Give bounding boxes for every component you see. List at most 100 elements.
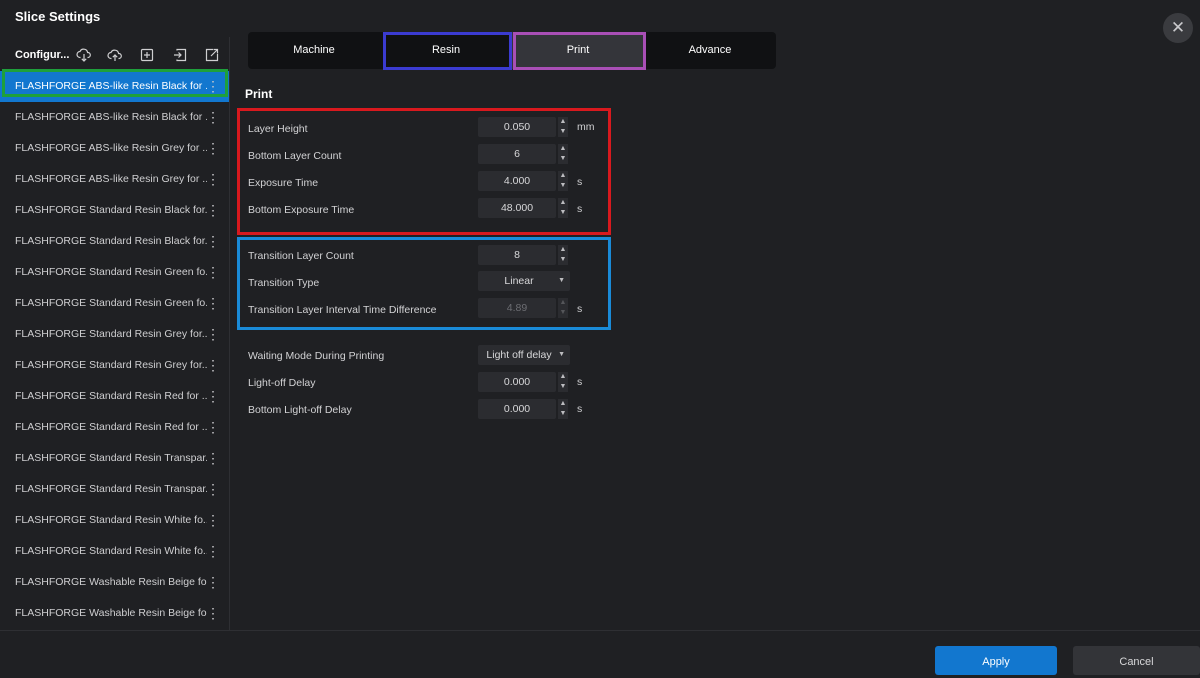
more-options-icon[interactable]: ⋮ [206, 450, 220, 466]
stepper-down-icon[interactable]: ▼ [558, 127, 568, 137]
layer-height-label: Layer Height [248, 123, 308, 135]
config-list-item[interactable]: FLASHFORGE Standard Resin Green fo... ⋮ [0, 288, 229, 319]
stepper-up-icon[interactable]: ▲ [558, 198, 568, 208]
config-list: FLASHFORGE ABS-like Resin Black for ... ⋮… [0, 71, 229, 629]
bottom-layer-count-input[interactable]: 6 [478, 144, 556, 164]
configuration-title: Configur... [15, 49, 70, 61]
tab-print[interactable]: Print [512, 32, 644, 69]
tab-machine[interactable]: Machine [248, 32, 380, 69]
more-options-icon[interactable]: ⋮ [206, 605, 220, 621]
layer-height-input[interactable]: 0.050 [478, 117, 556, 137]
window-title: Slice Settings [15, 9, 101, 24]
light-off-delay-stepper[interactable]: ▲ ▼ [558, 372, 568, 392]
exposure-time-stepper[interactable]: ▲ ▼ [558, 171, 568, 191]
bottom-layer-count-stepper[interactable]: ▲ ▼ [558, 144, 568, 164]
stepper-up-icon[interactable]: ▲ [558, 117, 568, 127]
upload-cloud-icon[interactable] [107, 47, 123, 63]
export-config-icon[interactable] [204, 47, 220, 63]
stepper-up-icon[interactable]: ▲ [558, 245, 568, 255]
stepper-up-icon[interactable]: ▲ [558, 399, 568, 409]
config-list-item[interactable]: FLASHFORGE Washable Resin Beige fo... ⋮ [0, 567, 229, 598]
stepper-up-icon[interactable]: ▲ [558, 171, 568, 181]
config-list-item[interactable]: FLASHFORGE Washable Resin Beige fo... ⋮ [0, 598, 229, 629]
tab-resin[interactable]: Resin [380, 32, 512, 69]
config-list-item[interactable]: FLASHFORGE Standard Resin Transpar... ⋮ [0, 443, 229, 474]
more-options-icon[interactable]: ⋮ [206, 140, 220, 156]
transition-type-label: Transition Type [248, 277, 320, 289]
more-options-icon[interactable]: ⋮ [206, 233, 220, 249]
stepper-down-icon[interactable]: ▼ [558, 255, 568, 265]
config-list-item[interactable]: FLASHFORGE Standard Resin White fo... ⋮ [0, 536, 229, 567]
chevron-down-icon: ▼ [558, 351, 565, 358]
stepper-down-icon[interactable]: ▼ [558, 208, 568, 218]
transition-layer-count-input[interactable]: 8 [478, 245, 556, 265]
more-options-icon[interactable]: ⋮ [206, 419, 220, 435]
more-options-icon[interactable]: ⋮ [206, 388, 220, 404]
config-list-item[interactable]: FLASHFORGE Standard Resin Red for ... ⋮ [0, 412, 229, 443]
config-item-label: FLASHFORGE Standard Resin Grey for... [15, 359, 207, 371]
config-list-item[interactable]: FLASHFORGE Standard Resin Red for ... ⋮ [0, 381, 229, 412]
config-list-item[interactable]: FLASHFORGE Standard Resin Black for... ⋮ [0, 226, 229, 257]
more-options-icon[interactable]: ⋮ [206, 295, 220, 311]
cancel-button[interactable]: Cancel [1073, 646, 1200, 675]
config-list-item[interactable]: FLASHFORGE ABS-like Resin Grey for ... ⋮ [0, 164, 229, 195]
exposure-time-input[interactable]: 4.000 [478, 171, 556, 191]
bottom-light-off-delay-stepper[interactable]: ▲ ▼ [558, 399, 568, 419]
stepper-down-icon[interactable]: ▼ [558, 181, 568, 191]
more-options-icon[interactable]: ⋮ [206, 512, 220, 528]
more-options-icon[interactable]: ⋮ [206, 78, 220, 94]
stepper-up-icon: ▲ [558, 298, 568, 308]
stepper-up-icon[interactable]: ▲ [558, 144, 568, 154]
config-item-label: FLASHFORGE Standard Resin Transpar... [15, 483, 207, 495]
config-item-label: FLASHFORGE Standard Resin Green fo... [15, 266, 207, 278]
more-options-icon[interactable]: ⋮ [206, 481, 220, 497]
transition-layer-count-stepper[interactable]: ▲ ▼ [558, 245, 568, 265]
config-list-item[interactable]: FLASHFORGE Standard Resin Grey for... ⋮ [0, 350, 229, 381]
config-item-label: FLASHFORGE Standard Resin White fo... [15, 514, 207, 526]
config-item-label: FLASHFORGE Standard Resin Grey for... [15, 328, 207, 340]
config-list-item[interactable]: FLASHFORGE ABS-like Resin Black for ... ⋮ [0, 102, 229, 133]
waiting-mode-label: Waiting Mode During Printing [248, 350, 385, 362]
bottom-exposure-time-input[interactable]: 48.000 [478, 198, 556, 218]
waiting-mode-value: Light off delay [486, 349, 552, 361]
layer-height-stepper[interactable]: ▲ ▼ [558, 117, 568, 137]
more-options-icon[interactable]: ⋮ [206, 171, 220, 187]
add-config-icon[interactable] [139, 47, 155, 63]
stepper-down-icon[interactable]: ▼ [558, 154, 568, 164]
waiting-mode-select[interactable]: Light off delay ▼ [478, 345, 570, 365]
stepper-up-icon[interactable]: ▲ [558, 372, 568, 382]
transition-interval-label: Transition Layer Interval Time Differenc… [248, 304, 437, 316]
bottom-layer-count-label: Bottom Layer Count [248, 150, 342, 162]
config-list-item[interactable]: FLASHFORGE Standard Resin White fo... ⋮ [0, 505, 229, 536]
transition-layer-count-label: Transition Layer Count [248, 250, 354, 262]
transition-type-select[interactable]: Linear ▼ [478, 271, 570, 291]
config-item-label: FLASHFORGE Standard Resin Red for ... [15, 390, 207, 402]
config-list-item[interactable]: FLASHFORGE Standard Resin Grey for... ⋮ [0, 319, 229, 350]
more-options-icon[interactable]: ⋮ [206, 264, 220, 280]
import-config-icon[interactable] [172, 47, 188, 63]
close-icon[interactable]: ✕ [1163, 13, 1193, 43]
tab-advance[interactable]: Advance [644, 32, 776, 69]
more-options-icon[interactable]: ⋮ [206, 574, 220, 590]
config-list-item[interactable]: FLASHFORGE Standard Resin Green fo... ⋮ [0, 257, 229, 288]
bottom-exposure-time-label: Bottom Exposure Time [248, 204, 355, 216]
more-options-icon[interactable]: ⋮ [206, 109, 220, 125]
bottom-exposure-time-stepper[interactable]: ▲ ▼ [558, 198, 568, 218]
config-item-label: FLASHFORGE Standard Resin Red for ... [15, 421, 207, 433]
sidebar-header: Configur... [0, 37, 229, 73]
more-options-icon[interactable]: ⋮ [206, 202, 220, 218]
bottom-light-off-delay-input[interactable]: 0.000 [478, 399, 556, 419]
apply-button[interactable]: Apply [935, 646, 1057, 675]
footer-divider [0, 630, 1200, 631]
light-off-delay-input[interactable]: 0.000 [478, 372, 556, 392]
more-options-icon[interactable]: ⋮ [206, 326, 220, 342]
config-list-item[interactable]: FLASHFORGE ABS-like Resin Grey for ... ⋮ [0, 133, 229, 164]
download-cloud-icon[interactable] [76, 47, 92, 63]
config-list-item[interactable]: FLASHFORGE Standard Resin Black for... ⋮ [0, 195, 229, 226]
config-list-item[interactable]: FLASHFORGE Standard Resin Transpar... ⋮ [0, 474, 229, 505]
stepper-down-icon[interactable]: ▼ [558, 382, 568, 392]
more-options-icon[interactable]: ⋮ [206, 543, 220, 559]
config-list-item[interactable]: FLASHFORGE ABS-like Resin Black for ... ⋮ [0, 71, 229, 102]
more-options-icon[interactable]: ⋮ [206, 357, 220, 373]
stepper-down-icon[interactable]: ▼ [558, 409, 568, 419]
